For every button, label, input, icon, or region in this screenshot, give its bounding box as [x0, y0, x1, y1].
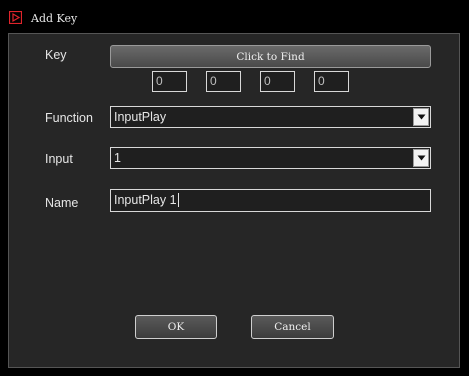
cancel-button[interactable]: Cancel: [251, 315, 334, 339]
input-value: 1: [114, 151, 121, 165]
add-key-dialog: Add Key Key Click to Find 0 0 0 0 Functi…: [0, 0, 469, 376]
input-label: Input: [45, 152, 73, 166]
title-bar: Add Key: [0, 0, 469, 32]
app-logo-icon: [9, 11, 22, 24]
input-select[interactable]: 1: [110, 147, 431, 169]
key-code-field-4[interactable]: 0: [314, 71, 349, 92]
click-to-find-button[interactable]: Click to Find: [110, 45, 431, 68]
function-select[interactable]: InputPlay: [110, 106, 431, 128]
chevron-down-icon[interactable]: [413, 108, 429, 126]
name-value: InputPlay 1: [114, 193, 179, 207]
key-code-field-1[interactable]: 0: [152, 71, 187, 92]
function-label: Function: [45, 111, 93, 125]
name-label: Name: [45, 196, 79, 210]
window-title: Add Key: [31, 12, 78, 25]
chevron-down-icon[interactable]: [413, 149, 429, 167]
function-value: InputPlay: [114, 110, 167, 124]
ok-button[interactable]: OK: [135, 315, 217, 339]
key-code-field-3[interactable]: 0: [260, 71, 295, 92]
key-label: Key: [45, 48, 67, 62]
name-input[interactable]: InputPlay 1: [110, 189, 431, 212]
key-code-field-2[interactable]: 0: [206, 71, 241, 92]
